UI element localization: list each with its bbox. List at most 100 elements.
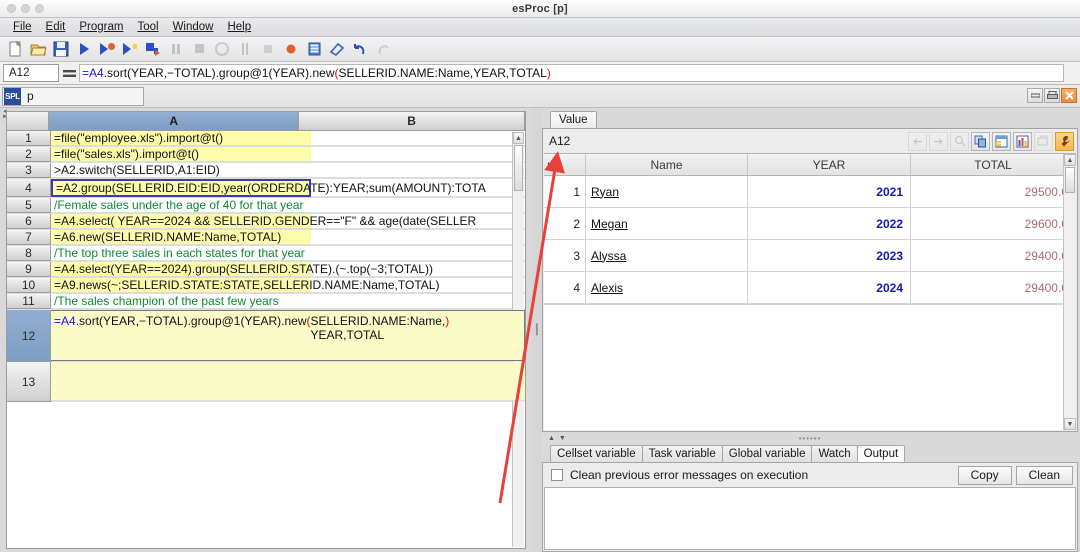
output-panel-body: Clean previous error messages on executi… xyxy=(542,462,1078,552)
tab-global-variable[interactable]: Global variable xyxy=(722,445,813,462)
column-header-a[interactable]: A xyxy=(49,112,299,130)
value-cell-name[interactable]: Ryan xyxy=(586,176,748,207)
row-header-selected[interactable]: 12 xyxy=(7,310,51,362)
cell-a12[interactable]: =A4.sort(YEAR,−TOTAL).group@1(YEAR).new(… xyxy=(51,310,525,361)
row-header[interactable]: 11 xyxy=(7,294,51,309)
column-header-b[interactable]: B xyxy=(299,112,525,130)
save-icon[interactable] xyxy=(51,39,71,59)
clean-button[interactable]: Clean xyxy=(1016,466,1073,485)
cell-a5[interactable]: /Female sales under the age of 40 for th… xyxy=(51,198,311,213)
cell-a2[interactable]: =file("sales.xls").import@t() xyxy=(51,147,311,162)
menu-window[interactable]: Window xyxy=(166,18,221,37)
menu-tool[interactable]: Tool xyxy=(130,18,165,37)
run-icon[interactable] xyxy=(74,39,94,59)
row-header[interactable]: 2 xyxy=(7,147,51,162)
value-cell-name[interactable]: Megan xyxy=(586,208,748,239)
cell-a1[interactable]: =file("employee.xls").import@t() xyxy=(51,131,311,146)
panel-expand-arrows-icon[interactable]: ▲▼ xyxy=(548,435,570,442)
float-panel-button[interactable] xyxy=(1044,88,1060,103)
scroll-up-arrow-icon[interactable]: ▲ xyxy=(513,132,524,144)
formula-equals-label xyxy=(59,62,79,84)
grid-corner-cell[interactable] xyxy=(7,112,49,130)
tab-cellset-variable[interactable]: Cellset variable xyxy=(550,445,643,462)
menu-edit[interactable]: Edit xyxy=(39,18,73,37)
output-text-area[interactable] xyxy=(544,487,1076,550)
debug-run-icon[interactable] xyxy=(97,39,117,59)
row-header[interactable]: 9 xyxy=(7,262,51,277)
breakpoint-icon[interactable] xyxy=(281,39,301,59)
tab-watch[interactable]: Watch xyxy=(811,445,857,462)
value-col-year[interactable]: YEAR xyxy=(748,154,911,175)
value-table-row[interactable]: 2 Megan 2022 29600.0 xyxy=(544,208,1076,240)
row-header[interactable]: 1 xyxy=(7,131,51,146)
cell-b2[interactable] xyxy=(311,147,525,162)
spreadsheet-grid[interactable]: A B 1 =file("employee.xls").import@t() 2… xyxy=(6,111,526,549)
file-tab-p[interactable]: SPL p xyxy=(2,87,144,106)
chart-view-icon[interactable] xyxy=(1013,132,1032,151)
row-header[interactable]: 6 xyxy=(7,214,51,229)
cell-b8[interactable] xyxy=(311,246,525,261)
formula-input[interactable]: =A4.sort(YEAR,−TOTAL).group@1(YEAR).new(… xyxy=(79,64,1064,82)
cell-a6[interactable]: =A4.select( YEAR==2024 && SELLERID.GENDE… xyxy=(51,214,311,229)
value-table-row[interactable]: 4 Alexis 2024 29400.0 xyxy=(544,272,1076,304)
value-col-name[interactable]: Name xyxy=(586,154,748,175)
scroll-down-arrow-icon[interactable]: ▼ xyxy=(1064,418,1076,430)
tab-value[interactable]: Value xyxy=(550,111,597,128)
value-table-row[interactable]: 1 Ryan 2021 29500.0 xyxy=(544,176,1076,208)
database-icon[interactable] xyxy=(304,39,324,59)
value-cell-name[interactable]: Alyssa xyxy=(586,240,748,271)
cell-a4[interactable]: =A2.group(SELLERID.EID:EID,year(ORDERDAT… xyxy=(51,179,311,197)
value-col-total[interactable]: TOTAL xyxy=(911,154,1076,175)
cell-a7[interactable]: =A6.new(SELLERID.NAME:Name,TOTAL) xyxy=(51,230,311,245)
scroll-up-arrow-icon[interactable]: ▲ xyxy=(1064,154,1076,166)
menu-help[interactable]: Help xyxy=(220,18,258,37)
table-view-icon[interactable] xyxy=(992,132,1011,151)
value-panel: Value A12 xyxy=(542,109,1078,432)
row-header[interactable]: 3 xyxy=(7,163,51,178)
value-col-index[interactable]: n... xyxy=(544,154,586,175)
eraser-icon[interactable] xyxy=(327,39,347,59)
inspector-pane: Value A12 xyxy=(542,108,1080,552)
new-file-icon[interactable] xyxy=(5,39,25,59)
step-into-icon[interactable] xyxy=(120,39,140,59)
cell-a9[interactable]: =A4.select(YEAR==2024).group(SELLERID.ST… xyxy=(51,262,311,277)
close-panel-button[interactable] xyxy=(1061,88,1077,103)
row-header[interactable]: 5 xyxy=(7,198,51,213)
value-cell-name[interactable]: Alexis xyxy=(586,272,748,303)
cell-a10[interactable]: =A9.news(~;SELLERID.STATE:STATE,SELLERID… xyxy=(51,278,311,293)
wrench-icon[interactable] xyxy=(1055,132,1074,151)
open-folder-icon[interactable] xyxy=(28,39,48,59)
menu-program[interactable]: Program xyxy=(72,18,130,37)
pane-splitter[interactable]: •••••• xyxy=(532,108,542,552)
value-result-table[interactable]: n... Name YEAR TOTAL 1 Ryan 2021 29500.0… xyxy=(544,153,1076,430)
scrollbar-thumb[interactable] xyxy=(514,145,523,191)
cell-reference-input[interactable]: A12 xyxy=(3,64,59,82)
undo-icon[interactable] xyxy=(350,39,370,59)
cell-a3[interactable]: >A2.switch(SELLERID,A1:EID) xyxy=(51,163,311,178)
cell-b1[interactable] xyxy=(311,131,525,146)
row-header[interactable]: 7 xyxy=(7,230,51,245)
copy-icon[interactable] xyxy=(971,132,990,151)
cell-b5[interactable] xyxy=(311,198,525,213)
cell-a8[interactable]: /The top three sales in each states for … xyxy=(51,246,311,261)
cell-a11[interactable]: /The sales champion of the past few year… xyxy=(51,294,311,309)
output-panel-resize-grip[interactable]: ▲▼ •••••• xyxy=(542,432,1078,444)
tab-task-variable[interactable]: Task variable xyxy=(642,445,723,462)
cell-b7[interactable] xyxy=(311,230,525,245)
copy-button[interactable]: Copy xyxy=(958,466,1012,485)
cell-a13[interactable] xyxy=(51,362,525,401)
step-over-icon[interactable] xyxy=(143,39,163,59)
value-table-vertical-scrollbar[interactable]: ▲ ▼ xyxy=(1063,154,1076,430)
value-table-row[interactable]: 3 Alyssa 2023 29400.0 xyxy=(544,240,1076,272)
row-header[interactable]: 13 xyxy=(7,362,51,402)
tab-output[interactable]: Output xyxy=(857,445,906,462)
menu-file[interactable]: File xyxy=(6,18,39,37)
scrollbar-thumb[interactable] xyxy=(1065,167,1075,193)
row-header[interactable]: 8 xyxy=(7,246,51,261)
minimize-panel-button[interactable] xyxy=(1027,88,1043,103)
row-header[interactable]: 10 xyxy=(7,278,51,293)
clean-errors-checkbox[interactable] xyxy=(551,469,563,481)
cell-b11[interactable] xyxy=(311,294,525,309)
row-header[interactable]: 4 xyxy=(7,179,51,197)
cell-b3[interactable] xyxy=(311,163,525,178)
